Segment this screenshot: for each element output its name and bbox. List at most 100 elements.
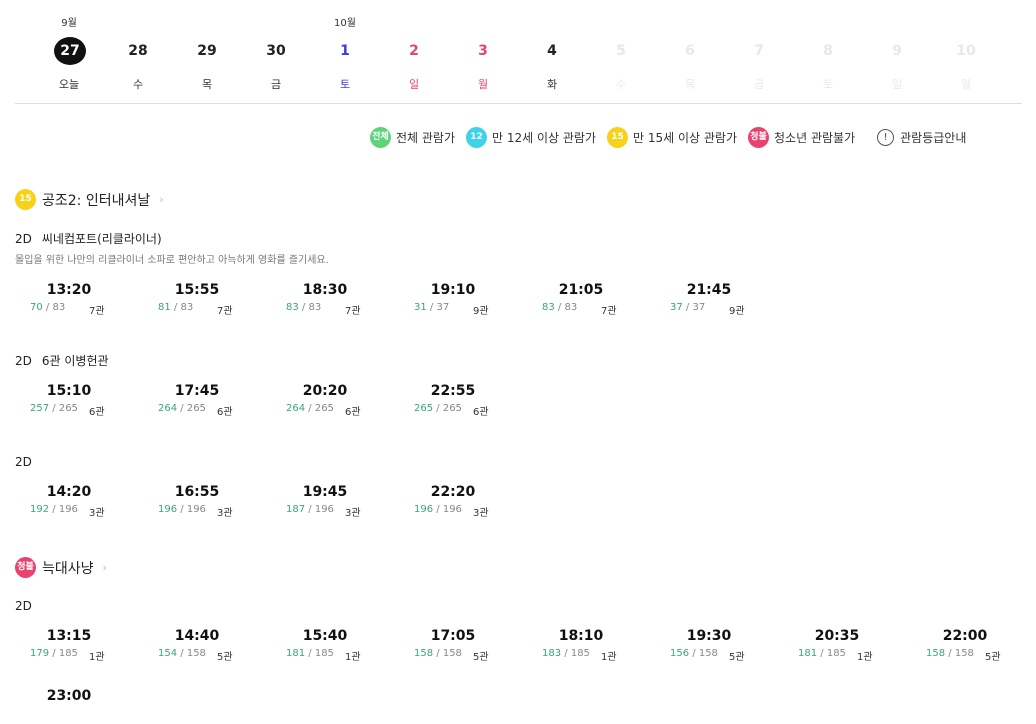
movie-title-link[interactable]: 청불 늑대사냥 › (15, 557, 107, 578)
date-item[interactable]: 2 일 (384, 0, 444, 100)
date-number: 2 (409, 43, 419, 59)
date-item[interactable]: 28 수 (108, 0, 168, 100)
seats-total: 158 (698, 648, 718, 659)
showtime: 23:00 (46, 688, 92, 704)
seats-remaining: 154 (158, 648, 178, 659)
showtime-slot[interactable]: 20:35 181 / 185 1관 (783, 628, 893, 664)
seat-count: 196 / 196 (158, 504, 206, 515)
hall-header: 2D (15, 599, 42, 613)
showtime-slot[interactable]: 18:10 183 / 185 1관 (527, 628, 637, 664)
rating-guide-link[interactable]: ! 관람등급안내 (877, 128, 966, 146)
date-item[interactable]: 4 화 (522, 0, 582, 100)
seats-remaining: 187 (286, 504, 306, 515)
date-number: 7 (754, 43, 764, 59)
room-label: 5관 (217, 652, 233, 663)
showtime-slot[interactable]: 22:20 196 / 196 3관 (399, 484, 509, 520)
showtime-slot[interactable]: 18:30 83 / 83 7관 (271, 282, 381, 318)
seats-total: 83 (52, 302, 66, 313)
seats-remaining: 257 (30, 403, 50, 414)
seat-count: 187 / 196 (286, 504, 334, 515)
seats-remaining: 196 (414, 504, 434, 515)
seats-total: 265 (442, 403, 462, 414)
format-label: 2D (15, 455, 32, 469)
seat-count: 181 / 185 (286, 648, 334, 659)
seats-remaining: 183 (542, 648, 562, 659)
room-label: 7관 (217, 306, 233, 317)
seat-count: 192 / 196 (30, 504, 78, 515)
showtime-slot[interactable]: 21:45 37 / 37 9관 (655, 282, 765, 318)
rating-all-icon: 전체 (370, 126, 391, 148)
showtime-slot[interactable]: 19:10 31 / 37 9관 (399, 282, 509, 318)
date-item[interactable]: 29 목 (177, 0, 237, 100)
showtime: 17:05 (430, 628, 476, 644)
showtime: 18:10 (558, 628, 604, 644)
showtime-slot[interactable]: 21:05 83 / 83 7관 (527, 282, 637, 318)
date-item[interactable]: 10월 1 토 (315, 0, 375, 100)
showtime-slot[interactable]: 15:40 181 / 185 1관 (271, 628, 381, 664)
showtime-slot[interactable]: 23:00 (15, 688, 125, 724)
date-number: 10 (956, 43, 976, 59)
seats-total: 185 (570, 648, 590, 659)
showtime-slot[interactable]: 14:40 154 / 158 5관 (143, 628, 253, 664)
date-selector: 9월 27 오늘 28 수 29 목 30 금 10월 1 토 2 일 3 월 … (15, 0, 1022, 104)
room-label: 3관 (217, 508, 233, 519)
legend-all: 전체 전체 관람가 (370, 126, 455, 148)
date-number: 8 (823, 43, 833, 59)
showtime-slot[interactable]: 13:20 70 / 83 7관 (15, 282, 125, 318)
date-item[interactable]: 9월 27 오늘 (39, 0, 99, 100)
room-label: 1관 (857, 652, 873, 663)
month-label: 10월 (334, 18, 356, 29)
room-label: 7관 (345, 306, 361, 317)
date-number: 9 (892, 43, 902, 59)
seat-count: 264 / 265 (158, 403, 206, 414)
rating-adult-icon: 청불 (748, 126, 770, 148)
seat-count: 196 / 196 (414, 504, 462, 515)
seats-remaining: 31 (414, 302, 427, 313)
showtime: 17:45 (174, 383, 220, 399)
movie-title-link[interactable]: 15 공조2: 인터내셔날 › (15, 189, 164, 210)
rating-15-icon: 15 (607, 126, 629, 148)
seat-count: 37 / 37 (670, 302, 706, 313)
showtime-slot[interactable]: 13:15 179 / 185 1관 (15, 628, 125, 664)
room-label: 6관 (217, 407, 233, 418)
format-label: 2D (15, 354, 32, 368)
date-item[interactable]: 30 금 (246, 0, 306, 100)
legend-12: 12 만 12세 이상 관람가 (466, 126, 596, 148)
seats-total: 83 (564, 302, 578, 313)
date-item-disabled: 7 금 (729, 0, 789, 100)
format-label: 2D (15, 232, 32, 246)
hall-header: 2D 6관 이병헌관 (15, 352, 109, 369)
weekday-label: 일 (408, 78, 420, 91)
seats-total: 265 (58, 403, 78, 414)
showtime-slot[interactable]: 17:05 158 / 158 5관 (399, 628, 509, 664)
seat-count: 257 / 265 (30, 403, 78, 414)
seats-total: 185 (58, 648, 78, 659)
showtime-slot[interactable]: 19:45 187 / 196 3관 (271, 484, 381, 520)
date-number: 5 (616, 43, 626, 59)
room-label: 7관 (89, 306, 105, 317)
showtime-slot[interactable]: 15:10 257 / 265 6관 (15, 383, 125, 419)
seats-total: 196 (314, 504, 334, 515)
showtime: 16:55 (174, 484, 220, 500)
showtime: 15:10 (46, 383, 92, 399)
showtime-slot[interactable]: 17:45 264 / 265 6관 (143, 383, 253, 419)
seats-remaining: 264 (286, 403, 306, 414)
showtime-slot[interactable]: 20:20 264 / 265 6관 (271, 383, 381, 419)
showtime-slot[interactable]: 16:55 196 / 196 3관 (143, 484, 253, 520)
seat-count: 31 / 37 (414, 302, 450, 313)
weekday-label: 목 (201, 78, 213, 91)
seats-remaining: 81 (158, 302, 171, 313)
seat-count: 156 / 158 (670, 648, 718, 659)
showtime-slot[interactable]: 15:55 81 / 83 7관 (143, 282, 253, 318)
showtime: 22:55 (430, 383, 476, 399)
showtime-slot[interactable]: 22:00 158 / 158 5관 (911, 628, 1021, 664)
showtime-slot[interactable]: 14:20 192 / 196 3관 (15, 484, 125, 520)
legend-label: 만 15세 이상 관람가 (633, 130, 738, 145)
date-item[interactable]: 3 월 (453, 0, 513, 100)
showtime-slot[interactable]: 22:55 265 / 265 6관 (399, 383, 509, 419)
showtime-slot[interactable]: 19:30 156 / 158 5관 (655, 628, 765, 664)
weekday-label: 월 (960, 78, 972, 91)
weekday-label: 금 (270, 78, 282, 91)
seats-remaining: 264 (158, 403, 178, 414)
date-number: 27 (54, 37, 86, 65)
